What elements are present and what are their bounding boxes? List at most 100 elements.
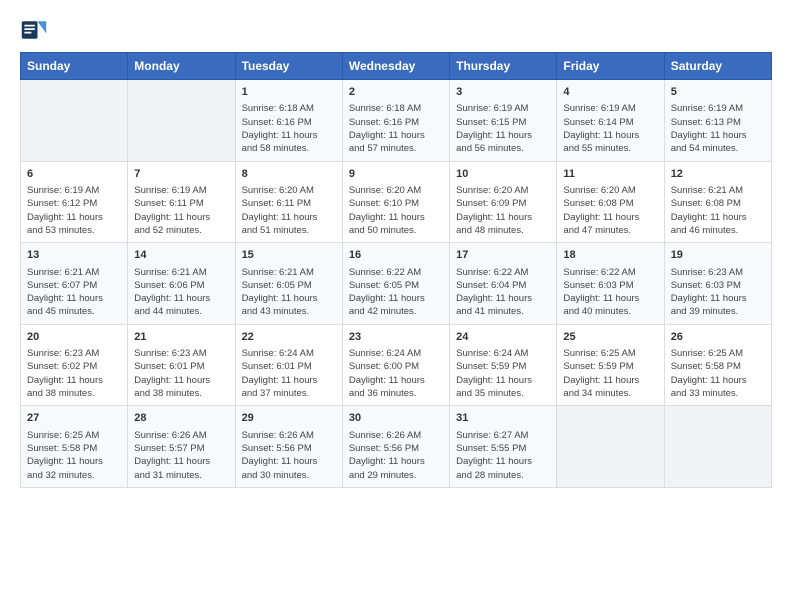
day-info: Sunrise: 6:21 AM Sunset: 6:07 PM Dayligh… (27, 266, 121, 319)
day-info: Sunrise: 6:23 AM Sunset: 6:02 PM Dayligh… (27, 347, 121, 400)
calendar-cell: 23Sunrise: 6:24 AM Sunset: 6:00 PM Dayli… (342, 324, 449, 406)
calendar-cell: 16Sunrise: 6:22 AM Sunset: 6:05 PM Dayli… (342, 243, 449, 325)
weekday-thursday: Thursday (450, 53, 557, 80)
calendar-cell (557, 406, 664, 488)
day-info: Sunrise: 6:26 AM Sunset: 5:56 PM Dayligh… (349, 429, 443, 482)
day-info: Sunrise: 6:18 AM Sunset: 6:16 PM Dayligh… (242, 102, 336, 155)
day-number: 6 (27, 167, 121, 182)
day-number: 22 (242, 330, 336, 345)
day-info: Sunrise: 6:20 AM Sunset: 6:10 PM Dayligh… (349, 184, 443, 237)
calendar-cell: 31Sunrise: 6:27 AM Sunset: 5:55 PM Dayli… (450, 406, 557, 488)
day-number: 4 (563, 85, 657, 100)
weekday-header-row: SundayMondayTuesdayWednesdayThursdayFrid… (21, 53, 772, 80)
day-info: Sunrise: 6:19 AM Sunset: 6:13 PM Dayligh… (671, 102, 765, 155)
calendar-week-3: 13 Sunrise: 6:21 AM Sunset: 6:07 PM Dayli… (21, 243, 772, 325)
day-info: Sunrise: 6:25 AM Sunset: 5:58 PM Dayligh… (671, 347, 765, 400)
calendar-cell: 6 Sunrise: 6:19 AM Sunset: 6:12 PM Daylig… (21, 161, 128, 243)
day-number: 8 (242, 167, 336, 182)
day-number: 28 (134, 411, 228, 426)
weekday-monday: Monday (128, 53, 235, 80)
day-info: Sunrise: 6:24 AM Sunset: 5:59 PM Dayligh… (456, 347, 550, 400)
calendar-cell: 30 Sunrise: 6:26 AM Sunset: 5:56 PM Dayli… (342, 406, 449, 488)
day-info: Sunrise: 6:19 AM Sunset: 6:12 PM Dayligh… (27, 184, 121, 237)
calendar-cell: 13 Sunrise: 6:21 AM Sunset: 6:07 PM Dayli… (21, 243, 128, 325)
calendar-cell: 8Sunrise: 6:20 AM Sunset: 6:11 PM Daylig… (235, 161, 342, 243)
day-number: 23 (349, 330, 443, 345)
day-info: Sunrise: 6:23 AM Sunset: 6:03 PM Dayligh… (671, 266, 765, 319)
weekday-sunday: Sunday (21, 53, 128, 80)
calendar-week-4: 20 Sunrise: 6:23 AM Sunset: 6:02 PM Dayli… (21, 324, 772, 406)
day-info: Sunrise: 6:22 AM Sunset: 6:03 PM Dayligh… (563, 266, 657, 319)
day-info: Sunrise: 6:19 AM Sunset: 6:11 PM Dayligh… (134, 184, 228, 237)
day-number: 27 (27, 411, 121, 426)
day-number: 14 (134, 248, 228, 263)
day-number: 3 (456, 85, 550, 100)
day-number: 16 (349, 248, 443, 263)
day-info: Sunrise: 6:20 AM Sunset: 6:08 PM Dayligh… (563, 184, 657, 237)
calendar-cell: 21 Sunrise: 6:23 AM Sunset: 6:01 PM Dayli… (128, 324, 235, 406)
day-info: Sunrise: 6:19 AM Sunset: 6:14 PM Dayligh… (563, 102, 657, 155)
calendar-week-5: 27 Sunrise: 6:25 AM Sunset: 5:58 PM Dayli… (21, 406, 772, 488)
day-number: 20 (27, 330, 121, 345)
weekday-wednesday: Wednesday (342, 53, 449, 80)
day-info: Sunrise: 6:21 AM Sunset: 6:06 PM Dayligh… (134, 266, 228, 319)
day-info: Sunrise: 6:20 AM Sunset: 6:09 PM Dayligh… (456, 184, 550, 237)
day-number: 29 (242, 411, 336, 426)
day-number: 18 (563, 248, 657, 263)
page-header (20, 16, 772, 44)
day-info: Sunrise: 6:24 AM Sunset: 6:01 PM Dayligh… (242, 347, 336, 400)
calendar-cell: 11 Sunrise: 6:20 AM Sunset: 6:08 PM Dayli… (557, 161, 664, 243)
calendar-header: SundayMondayTuesdayWednesdayThursdayFrid… (21, 53, 772, 80)
day-info: Sunrise: 6:25 AM Sunset: 5:59 PM Dayligh… (563, 347, 657, 400)
calendar-cell: 10 Sunrise: 6:20 AM Sunset: 6:09 PM Dayli… (450, 161, 557, 243)
day-info: Sunrise: 6:19 AM Sunset: 6:15 PM Dayligh… (456, 102, 550, 155)
day-number: 10 (456, 167, 550, 182)
day-number: 13 (27, 248, 121, 263)
day-info: Sunrise: 6:23 AM Sunset: 6:01 PM Dayligh… (134, 347, 228, 400)
day-info: Sunrise: 6:27 AM Sunset: 5:55 PM Dayligh… (456, 429, 550, 482)
calendar-cell: 5Sunrise: 6:19 AM Sunset: 6:13 PM Daylig… (664, 80, 771, 162)
calendar-cell: 7 Sunrise: 6:19 AM Sunset: 6:11 PM Daylig… (128, 161, 235, 243)
day-number: 30 (349, 411, 443, 426)
day-number: 15 (242, 248, 336, 263)
calendar-cell: 4 Sunrise: 6:19 AM Sunset: 6:14 PM Daylig… (557, 80, 664, 162)
weekday-tuesday: Tuesday (235, 53, 342, 80)
calendar-cell: 22 Sunrise: 6:24 AM Sunset: 6:01 PM Dayli… (235, 324, 342, 406)
day-number: 19 (671, 248, 765, 263)
calendar-cell: 29 Sunrise: 6:26 AM Sunset: 5:56 PM Dayli… (235, 406, 342, 488)
day-number: 21 (134, 330, 228, 345)
calendar-cell: 17Sunrise: 6:22 AM Sunset: 6:04 PM Dayli… (450, 243, 557, 325)
calendar-week-1: 1Sunrise: 6:18 AM Sunset: 6:16 PM Daylig… (21, 80, 772, 162)
day-number: 24 (456, 330, 550, 345)
day-info: Sunrise: 6:21 AM Sunset: 6:05 PM Dayligh… (242, 266, 336, 319)
calendar-cell: 25 Sunrise: 6:25 AM Sunset: 5:59 PM Dayli… (557, 324, 664, 406)
calendar-cell: 2 Sunrise: 6:18 AM Sunset: 6:16 PM Daylig… (342, 80, 449, 162)
day-number: 7 (134, 167, 228, 182)
day-info: Sunrise: 6:22 AM Sunset: 6:04 PM Dayligh… (456, 266, 550, 319)
calendar-cell: 19 Sunrise: 6:23 AM Sunset: 6:03 PM Dayli… (664, 243, 771, 325)
calendar-cell: 14 Sunrise: 6:21 AM Sunset: 6:06 PM Dayli… (128, 243, 235, 325)
day-info: Sunrise: 6:25 AM Sunset: 5:58 PM Dayligh… (27, 429, 121, 482)
day-number: 11 (563, 167, 657, 182)
calendar-cell: 3 Sunrise: 6:19 AM Sunset: 6:15 PM Daylig… (450, 80, 557, 162)
day-number: 25 (563, 330, 657, 345)
calendar-cell: 15 Sunrise: 6:21 AM Sunset: 6:05 PM Dayli… (235, 243, 342, 325)
day-info: Sunrise: 6:26 AM Sunset: 5:56 PM Dayligh… (242, 429, 336, 482)
calendar-cell: 18 Sunrise: 6:22 AM Sunset: 6:03 PM Dayli… (557, 243, 664, 325)
day-number: 12 (671, 167, 765, 182)
day-info: Sunrise: 6:21 AM Sunset: 6:08 PM Dayligh… (671, 184, 765, 237)
calendar-cell: 27 Sunrise: 6:25 AM Sunset: 5:58 PM Dayli… (21, 406, 128, 488)
weekday-friday: Friday (557, 53, 664, 80)
calendar-week-2: 6 Sunrise: 6:19 AM Sunset: 6:12 PM Daylig… (21, 161, 772, 243)
logo-icon (20, 16, 48, 44)
calendar-cell: 9Sunrise: 6:20 AM Sunset: 6:10 PM Daylig… (342, 161, 449, 243)
day-number: 26 (671, 330, 765, 345)
calendar-cell: 26 Sunrise: 6:25 AM Sunset: 5:58 PM Dayli… (664, 324, 771, 406)
calendar-table: SundayMondayTuesdayWednesdayThursdayFrid… (20, 52, 772, 488)
calendar-cell: 28Sunrise: 6:26 AM Sunset: 5:57 PM Dayli… (128, 406, 235, 488)
calendar-body: 1Sunrise: 6:18 AM Sunset: 6:16 PM Daylig… (21, 80, 772, 488)
calendar-cell: 20 Sunrise: 6:23 AM Sunset: 6:02 PM Dayli… (21, 324, 128, 406)
day-info: Sunrise: 6:18 AM Sunset: 6:16 PM Dayligh… (349, 102, 443, 155)
calendar-cell (128, 80, 235, 162)
day-number: 2 (349, 85, 443, 100)
